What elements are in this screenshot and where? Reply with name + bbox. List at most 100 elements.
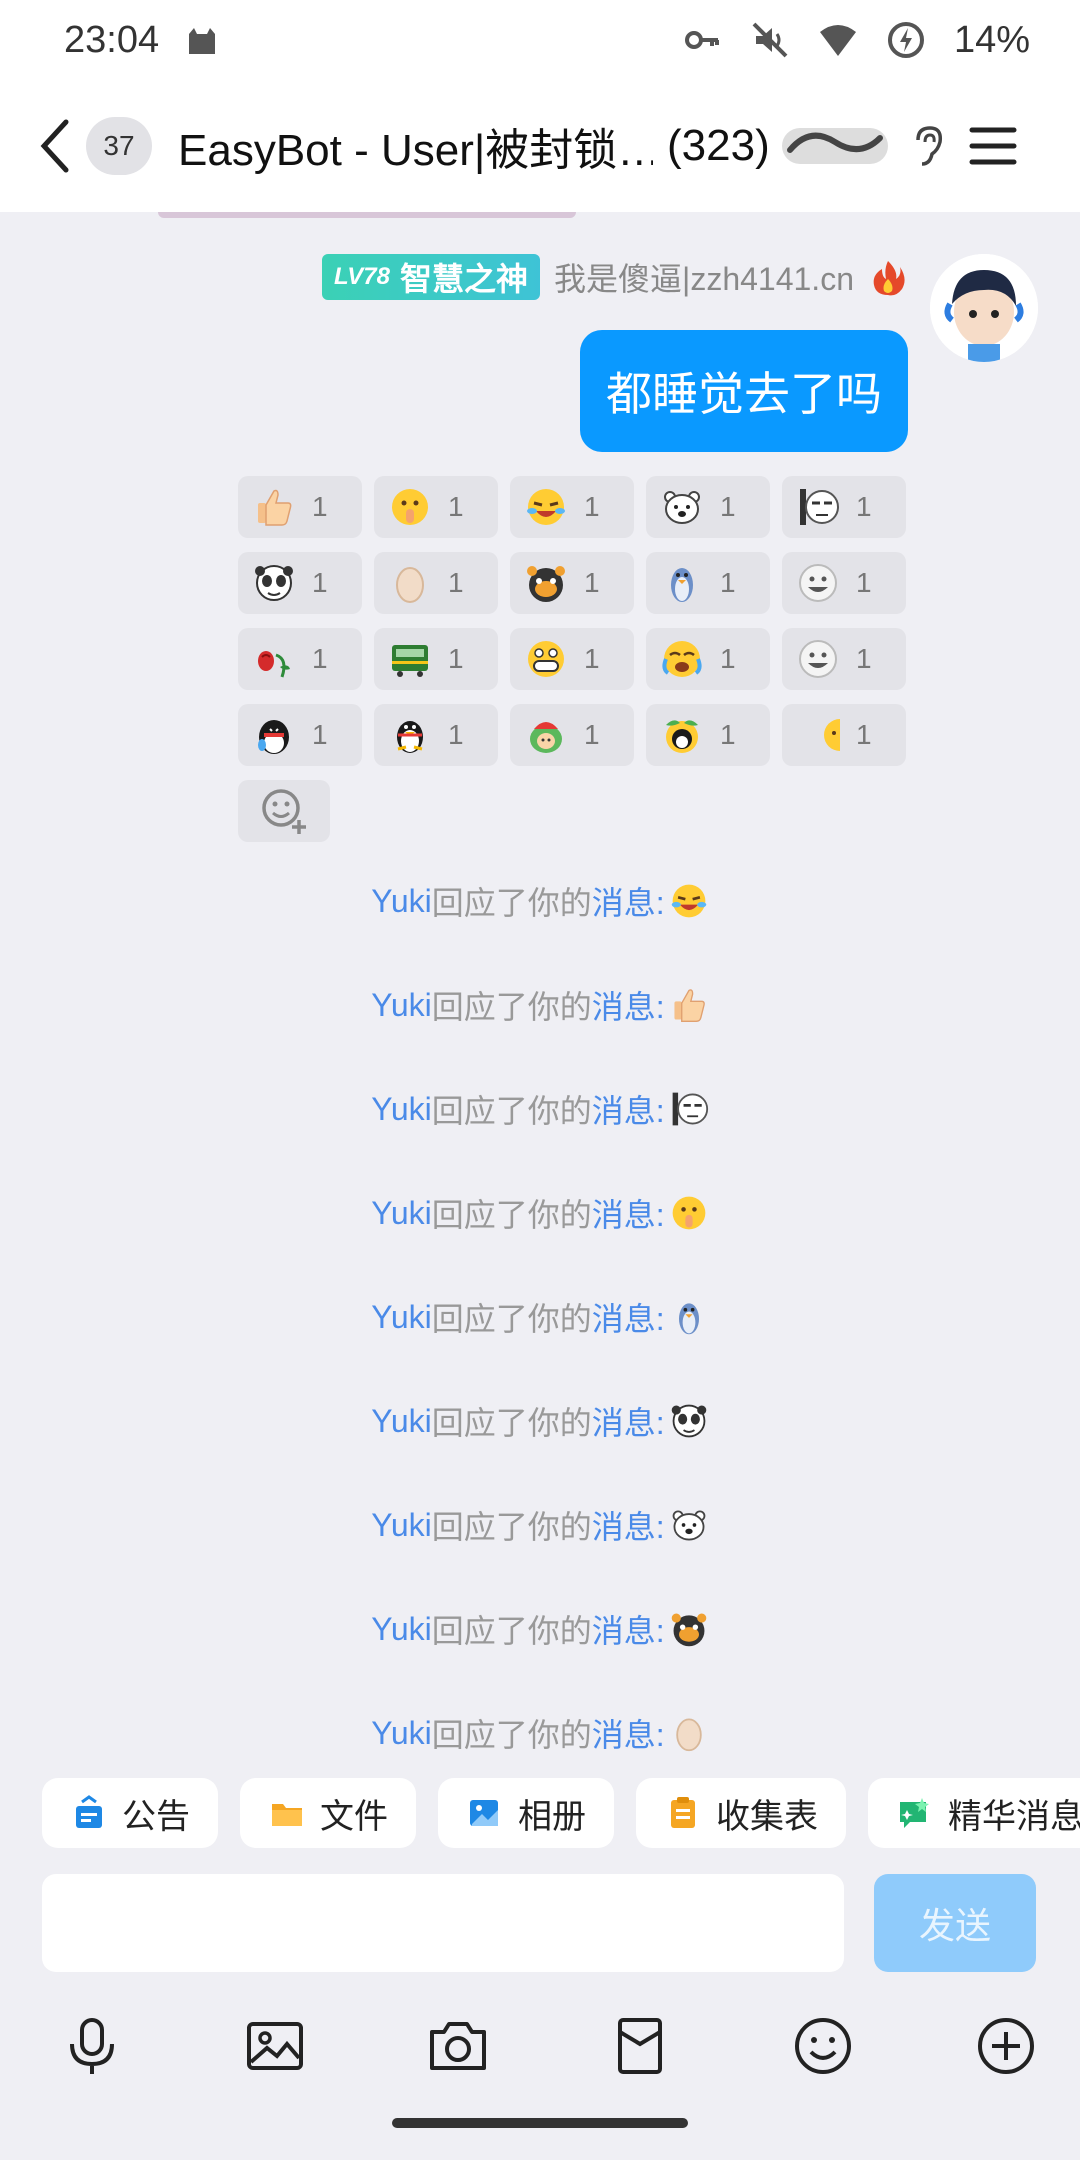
notice-user-link[interactable]: Yuki — [371, 1507, 431, 1544]
quick-action-announcement[interactable]: 公告 — [42, 1778, 218, 1848]
reaction-chip[interactable]: 1 — [782, 552, 906, 614]
quick-action-form[interactable]: 收集表 — [636, 1778, 846, 1848]
reaction-chip[interactable]: 1 — [782, 476, 906, 538]
panda-face-icon — [255, 565, 293, 601]
notice-message-link[interactable]: 消息: — [592, 982, 665, 1028]
reaction-chip[interactable]: 1 — [782, 704, 906, 766]
reaction-chip[interactable]: 1 — [646, 628, 770, 690]
sender-name[interactable]: 我是傻逼|zzh4141.cn — [554, 254, 854, 300]
notice-message-link[interactable]: 消息: — [592, 1710, 665, 1756]
reaction-count: 1 — [584, 719, 600, 750]
laughing-tears-icon — [527, 489, 565, 525]
qq-penguin-cry-icon — [258, 720, 289, 754]
penguin-blue-icon — [671, 568, 693, 602]
reaction-chip[interactable]: 1 — [510, 628, 634, 690]
reaction-chip[interactable]: 1 — [646, 476, 770, 538]
reaction-chip[interactable]: 1 — [510, 704, 634, 766]
microphone-icon[interactable] — [60, 2014, 124, 2078]
notice-user-link[interactable]: Yuki — [371, 1403, 431, 1440]
notice-user-link[interactable]: Yuki — [371, 1611, 431, 1648]
message-bubble[interactable]: 都睡觉去了吗 — [580, 330, 908, 452]
notice-user-link[interactable]: Yuki — [371, 1091, 431, 1128]
unread-count-badge[interactable]: 37 — [86, 117, 152, 175]
notice-user-link[interactable]: Yuki — [371, 987, 431, 1024]
notice-message-link[interactable]: 消息: — [592, 1190, 665, 1236]
reaction-chip[interactable]: 1 — [374, 628, 498, 690]
emoji-icon[interactable] — [791, 2014, 855, 2078]
reaction-chip[interactable]: 1 — [646, 704, 770, 766]
notice-action-text: 回应了你的 — [431, 1405, 592, 1441]
quick-action-album[interactable]: 相册 — [438, 1778, 614, 1848]
reaction-notice: Yuki 回应了你的 消息: — [0, 1398, 1080, 1444]
message-input[interactable] — [42, 1874, 844, 1972]
notice-user-link[interactable]: Yuki — [371, 1715, 431, 1752]
reaction-chip[interactable]: 1 — [238, 628, 362, 690]
reaction-count: 1 — [584, 567, 600, 598]
group-badge-logo[interactable] — [780, 120, 890, 172]
reaction-notice: Yuki 回应了你的 消息: — [0, 1086, 1080, 1132]
notice-message-link[interactable]: 消息: — [592, 1606, 665, 1652]
chat-area[interactable]: LV78 智慧之神 我是傻逼|zzh4141.cn 都睡觉去了吗 1111111… — [0, 212, 1080, 1760]
notice-user-link[interactable]: Yuki — [371, 883, 431, 920]
plus-icon[interactable] — [974, 2014, 1038, 2078]
notice-action-text: 回应了你的 — [431, 1197, 592, 1233]
reaction-chip[interactable]: 1 — [374, 704, 498, 766]
reaction-chip[interactable]: 1 — [782, 628, 906, 690]
member-count[interactable]: (323) — [667, 121, 770, 171]
reaction-chip[interactable]: 1 — [510, 476, 634, 538]
tiger-face-icon — [671, 1613, 706, 1647]
notice-action-text: 回应了你的 — [431, 1613, 592, 1649]
announcement-icon — [76, 1795, 102, 1828]
egg-icon — [396, 567, 424, 603]
notice-message-link[interactable]: 消息: — [592, 1294, 665, 1340]
level-text: LV78 — [333, 263, 390, 290]
previous-image-edge[interactable] — [158, 212, 576, 218]
reaction-count: 1 — [312, 567, 328, 598]
quick-action-folder[interactable]: 文件 — [240, 1778, 416, 1848]
add-emoji-icon — [262, 789, 306, 834]
red-packet-icon[interactable] — [608, 2014, 672, 2078]
notice-message-link[interactable]: 消息: — [592, 1398, 665, 1444]
reaction-grid: 1 1 1 1 1 1 1 1 1 1 1 1 1 1 1 1 1 1 1 1 — [238, 476, 908, 766]
reaction-count: 1 — [312, 719, 328, 750]
reaction-notice: Yuki 回应了你的 消息: — [0, 878, 1080, 924]
notice-message-link[interactable]: 消息: — [592, 1502, 665, 1548]
reaction-chip[interactable]: 1 — [238, 476, 362, 538]
reaction-chip[interactable]: 1 — [238, 704, 362, 766]
image-icon[interactable] — [243, 2014, 307, 2078]
notice-message-link[interactable]: 消息: — [592, 1086, 665, 1132]
back-arrow-icon[interactable] — [34, 116, 78, 176]
avatar[interactable] — [930, 254, 1038, 362]
avatar-image — [930, 254, 1038, 362]
camera-icon[interactable] — [426, 2014, 490, 2078]
notice-user-link[interactable]: Yuki — [371, 1299, 431, 1336]
reaction-notice: Yuki 回应了你的 消息: — [0, 1710, 1080, 1756]
smile-gray-icon — [799, 640, 837, 678]
reaction-chip[interactable]: 1 — [374, 476, 498, 538]
shush-face-icon — [392, 489, 428, 525]
home-indicator[interactable] — [392, 2118, 688, 2128]
smile-gray-icon — [799, 564, 837, 602]
form-icon — [671, 1797, 695, 1828]
album-icon — [470, 1800, 498, 1826]
add-reaction-button[interactable] — [238, 780, 330, 842]
laughing-tears-icon — [671, 884, 706, 918]
send-button[interactable]: 发送 — [874, 1874, 1036, 1972]
reaction-chip[interactable]: 1 — [510, 552, 634, 614]
reaction-chip[interactable]: 1 — [374, 552, 498, 614]
notice-message-link[interactable]: 消息: — [592, 878, 665, 924]
reaction-notice: Yuki 回应了你的 消息: — [0, 982, 1080, 1028]
ear-icon[interactable] — [910, 124, 946, 168]
battery-percent: 14% — [953, 18, 1030, 61]
reaction-count: 1 — [720, 643, 736, 674]
group-title[interactable]: EasyBot - User|被封锁… — [178, 114, 653, 178]
status-time: 23:04 — [64, 18, 160, 61]
quick-action-essence[interactable]: 精华消息 — [868, 1778, 1080, 1848]
qq-penguin-leaf-icon — [666, 720, 698, 753]
notice-user-link[interactable]: Yuki — [371, 1195, 431, 1232]
menu-icon[interactable] — [968, 124, 1018, 168]
reaction-chip[interactable]: 1 — [238, 552, 362, 614]
train-icon — [392, 645, 428, 677]
input-row: 发送 — [0, 1866, 1080, 1976]
reaction-chip[interactable]: 1 — [646, 552, 770, 614]
